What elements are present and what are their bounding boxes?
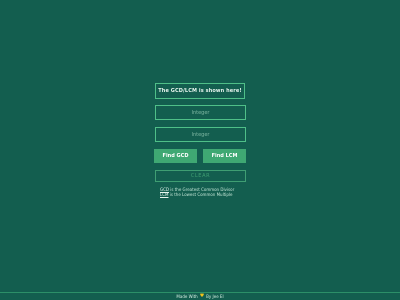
lcm-definition-text: is the Lowest Common Multiple <box>168 192 233 197</box>
heart-icon: ♥ <box>199 293 205 299</box>
lcm-definition: LCM is the Lowest Common Multiple <box>160 192 250 197</box>
find-gcd-label: Find GCD <box>162 153 189 159</box>
result-text: The GCD/LCM is shown here! <box>158 88 242 94</box>
result-display: The GCD/LCM is shown here! <box>155 83 245 99</box>
definitions-note: GCD is the Greatest Common Divisor LCM i… <box>160 187 250 197</box>
find-gcd-button[interactable]: Find GCD <box>154 149 197 163</box>
footer-prefix: Made With <box>176 294 198 299</box>
first-integer-input[interactable] <box>155 105 246 120</box>
gcd-lcm-calculator-page: The GCD/LCM is shown here! Find GCD Find… <box>0 0 400 300</box>
second-integer-input[interactable] <box>155 127 246 142</box>
footer: Made With ♥ By Jee El <box>0 292 400 300</box>
find-lcm-button[interactable]: Find LCM <box>203 149 246 163</box>
clear-button[interactable]: CLEAR <box>155 170 246 182</box>
find-lcm-label: Find LCM <box>211 153 238 159</box>
footer-suffix: By Jee El <box>206 294 224 299</box>
clear-label: CLEAR <box>190 173 211 179</box>
